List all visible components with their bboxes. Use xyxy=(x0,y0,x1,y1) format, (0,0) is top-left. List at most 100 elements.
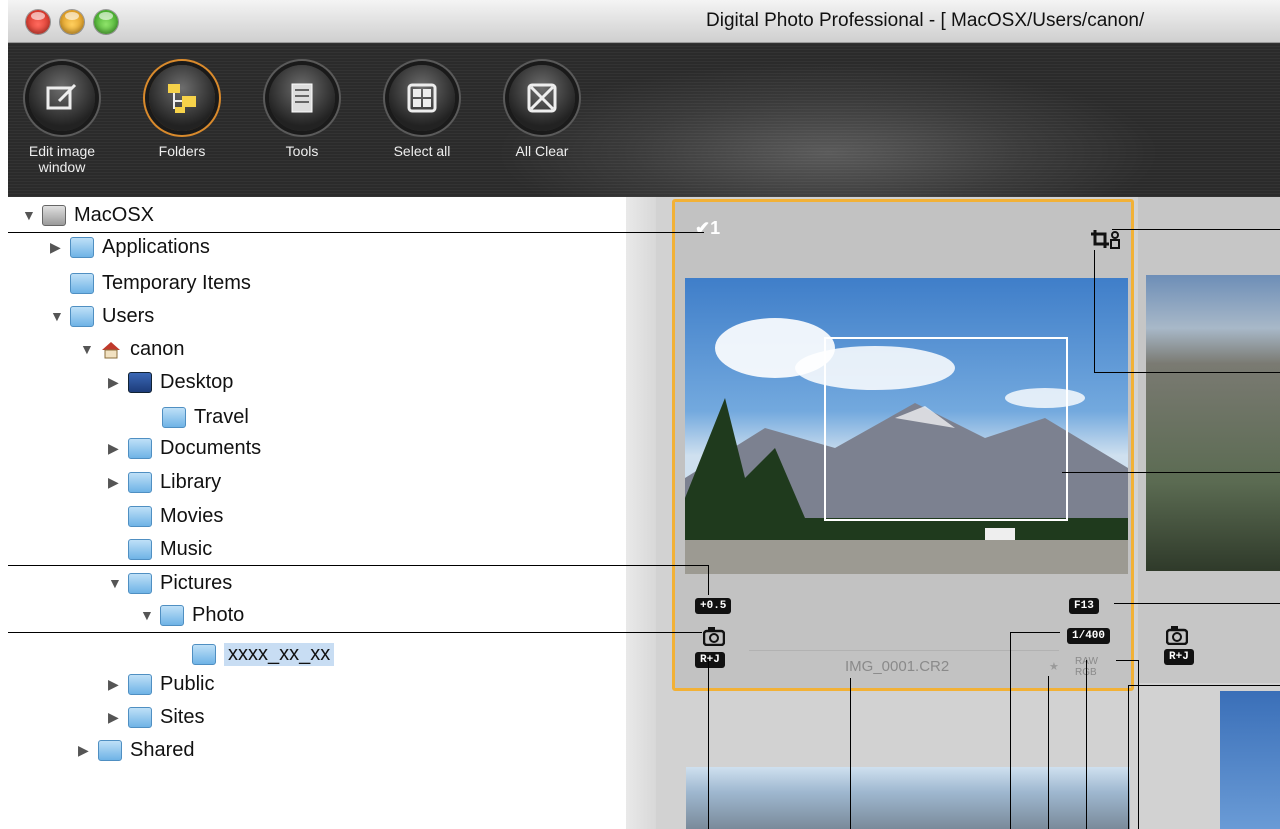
select-all-button[interactable]: Select all xyxy=(372,65,472,159)
filename-label: IMG_0001.CR2 xyxy=(845,658,950,675)
thumbnail-image xyxy=(685,278,1128,574)
tree-item-label: Photo xyxy=(192,603,245,626)
tree-item-label-selected: xxxx_xx_xx xyxy=(224,642,335,666)
edit-image-label-line1: Edit image xyxy=(28,143,96,159)
thumbnail-card-2[interactable]: R+J xyxy=(1138,197,1280,683)
folder-icon xyxy=(192,643,216,665)
tree-item-label: Pictures xyxy=(160,571,233,594)
tree-item-label: Documents xyxy=(160,436,262,459)
tree-item-macosx[interactable]: ▼ MacOSX xyxy=(22,200,154,230)
library-folder-icon xyxy=(128,471,152,493)
edit-image-icon xyxy=(29,65,95,131)
tree-item-temporary-items[interactable]: Temporary Items xyxy=(70,268,251,298)
disclosure-collapsed-icon[interactable]: ▶ xyxy=(108,709,128,726)
splitter[interactable] xyxy=(626,197,656,829)
folder-icon xyxy=(70,272,94,294)
trim-settings-icon xyxy=(1091,228,1121,255)
tree-item-label: Shared xyxy=(130,738,195,761)
tree-item-public[interactable]: ▶ Public xyxy=(108,669,214,699)
users-folder-icon xyxy=(70,305,94,327)
disclosure-collapsed-icon[interactable]: ▶ xyxy=(78,742,98,759)
select-all-label: Select all xyxy=(393,143,451,159)
window-title: Digital Photo Professional - [ MacOSX/Us… xyxy=(706,10,1145,31)
disclosure-collapsed-icon[interactable]: ▶ xyxy=(50,239,70,256)
edit-image-window-button[interactable]: Edit image window xyxy=(12,65,112,175)
folder-tree: ▼ MacOSX ▶ Applications Temporary Items … xyxy=(8,197,626,829)
tree-item-pictures[interactable]: ▼ Pictures xyxy=(108,568,232,598)
tree-item-xxxx-xx-xx[interactable]: xxxx_xx_xx xyxy=(192,639,335,669)
check-mark-icon[interactable]: ✔1 xyxy=(695,218,720,239)
tools-icon xyxy=(269,65,335,131)
tree-item-label: Travel xyxy=(194,405,249,428)
disclosure-expanded-icon[interactable]: ▼ xyxy=(50,308,70,324)
disclosure-expanded-icon[interactable]: ▼ xyxy=(108,575,128,591)
filename-divider xyxy=(749,650,1059,651)
app-window: Digital Photo Professional - [ MacOSX/Us… xyxy=(8,0,1280,829)
disclosure-collapsed-icon[interactable]: ▶ xyxy=(108,374,128,391)
tree-item-documents[interactable]: ▶ Documents xyxy=(108,433,261,463)
public-folder-icon xyxy=(128,673,152,695)
sites-folder-icon xyxy=(128,706,152,728)
all-clear-button[interactable]: All Clear xyxy=(492,65,592,159)
pictures-folder-icon xyxy=(128,572,152,594)
folders-button[interactable]: Folders xyxy=(132,65,232,159)
toolbar: Edit image window Folders Tools Select al… xyxy=(8,43,1280,197)
tree-item-travel[interactable]: Travel xyxy=(162,402,249,432)
disclosure-expanded-icon[interactable]: ▼ xyxy=(80,341,100,357)
tools-label: Tools xyxy=(285,143,319,159)
all-clear-label: All Clear xyxy=(515,143,569,159)
tree-item-library[interactable]: ▶ Library xyxy=(108,467,221,497)
tree-item-canon[interactable]: ▼ canon xyxy=(80,334,185,364)
desktop-icon xyxy=(128,371,152,393)
disclosure-collapsed-icon[interactable]: ▶ xyxy=(108,676,128,693)
disclosure-expanded-icon[interactable]: ▼ xyxy=(140,607,160,623)
aperture-badge: F13 xyxy=(1069,598,1099,614)
thumbnail-card-selected[interactable]: ✔1 +0.5 F13 1/400 R+J IMG_0001.CR2 ★ xyxy=(672,199,1134,691)
minimize-window-button[interactable] xyxy=(60,10,84,34)
tree-item-applications[interactable]: ▶ Applications xyxy=(50,232,210,262)
tree-item-label: Applications xyxy=(102,235,210,258)
folders-icon xyxy=(149,65,215,131)
disclosure-expanded-icon[interactable]: ▼ xyxy=(22,207,42,223)
tree-item-label: Desktop xyxy=(160,370,234,393)
folder-icon xyxy=(98,739,122,761)
tree-item-label: canon xyxy=(130,337,185,360)
rating-star-icon[interactable]: ★ xyxy=(1049,660,1059,673)
zoom-window-button[interactable] xyxy=(94,10,118,34)
thumbnail-image-3 xyxy=(686,767,1130,829)
raw-jpeg-badge: R+J xyxy=(695,652,725,668)
tree-item-shared[interactable]: ▶ Shared xyxy=(78,735,195,765)
folders-label: Folders xyxy=(158,143,206,159)
close-window-button[interactable] xyxy=(26,10,50,34)
home-icon xyxy=(100,339,122,359)
tree-item-label: Temporary Items xyxy=(102,271,251,294)
tree-item-sites[interactable]: ▶ Sites xyxy=(108,702,204,732)
all-clear-icon xyxy=(509,65,575,131)
disclosure-collapsed-icon[interactable]: ▶ xyxy=(108,474,128,491)
tree-item-label: Sites xyxy=(160,705,205,728)
select-all-icon xyxy=(389,65,455,131)
tree-item-photo[interactable]: ▼ Photo xyxy=(140,600,244,630)
camera-icon xyxy=(1165,625,1189,650)
tree-item-label: MacOSX xyxy=(74,203,155,226)
hard-drive-icon xyxy=(42,204,66,226)
tree-item-music[interactable]: Music xyxy=(128,534,212,564)
tree-item-label: Library xyxy=(160,470,222,493)
tree-item-desktop[interactable]: ▶ Desktop xyxy=(108,367,233,397)
exposure-compensation-badge: +0.5 xyxy=(695,598,732,614)
tree-item-label: Public xyxy=(160,672,215,695)
folder-icon xyxy=(162,406,186,428)
applications-folder-icon xyxy=(70,236,94,258)
thumbnail-image-2 xyxy=(1146,275,1280,571)
tree-item-label: Music xyxy=(160,537,213,560)
camera-icon xyxy=(702,626,726,651)
shutter-speed-badge: 1/400 xyxy=(1067,628,1111,644)
tree-item-users[interactable]: ▼ Users xyxy=(50,301,154,331)
tools-button[interactable]: Tools xyxy=(252,65,352,159)
edit-image-label-line2: window xyxy=(38,159,86,175)
movies-folder-icon xyxy=(128,505,152,527)
tree-item-movies[interactable]: Movies xyxy=(128,501,223,531)
documents-folder-icon xyxy=(128,437,152,459)
disclosure-collapsed-icon[interactable]: ▶ xyxy=(108,440,128,457)
folder-icon xyxy=(160,604,184,626)
